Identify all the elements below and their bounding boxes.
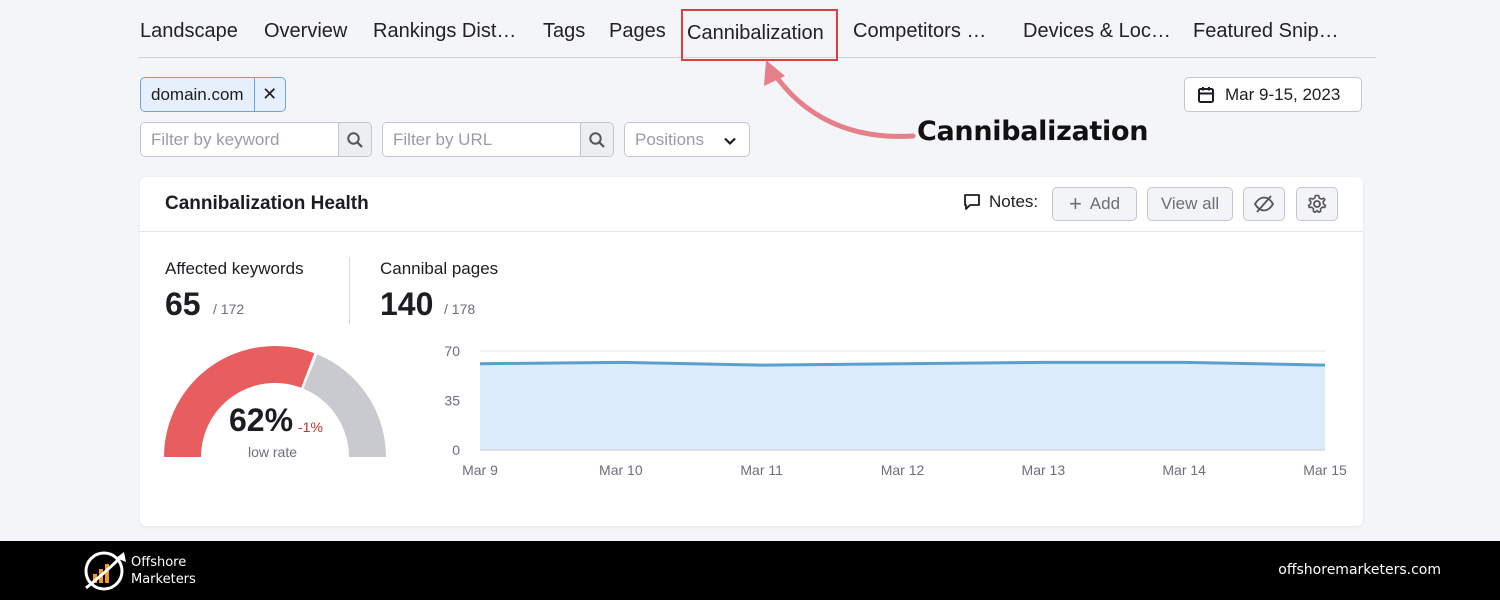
keyword-search-button[interactable] [338,123,371,156]
chevron-down-icon [724,137,736,146]
search-icon [589,131,605,148]
gear-icon [1307,194,1327,214]
add-note-button[interactable]: + Add [1052,187,1137,221]
cannibal-pages-total: / 178 [444,301,476,317]
comment-icon [964,194,980,210]
tab-overview[interactable]: Overview [264,17,347,45]
keyword-filter [140,122,372,157]
domain-chip: domain.com ✕ [140,77,286,112]
eye-off-icon [1253,195,1275,213]
cannibal-pages-chart: 70 35 0Mar 9 Mar 10 Mar 11 Mar 12 Mar 13 Mar 14… [444,343,1347,478]
chart-x-tick-label: Mar 15 [1303,462,1347,478]
cannibalization-health-card: Cannibalization Health Notes: + Add View… [140,177,1363,526]
chart-y-tick-label: 0 [452,442,460,458]
url-filter [382,122,614,157]
cannibal-pages-label: Cannibal pages [380,259,499,278]
settings-button[interactable] [1296,187,1338,221]
chart-y-tick-label: 70 [444,343,460,359]
gauge-percent: 62% [229,402,294,438]
chart-area-fill [480,362,1325,450]
chart-x-tick-label: Mar 9 [462,462,498,478]
close-icon[interactable]: ✕ [255,78,285,111]
positions-label: Positions [635,129,704,149]
gauge-sublabel: low rate [248,444,298,460]
tab-competitors[interactable]: Competitors … [853,17,986,45]
tab-rankings-distribution[interactable]: Rankings Dist… [373,17,516,45]
chart-x-tick-label: Mar 14 [1162,462,1206,478]
annotation-arrow [764,60,916,139]
keyword-filter-input[interactable] [141,123,338,156]
url-filter-input[interactable] [383,123,580,156]
date-range-button[interactable]: Mar 9-15, 2023 [1184,77,1362,112]
view-all-label: View all [1160,194,1220,213]
chart-x-tick-label: Mar 10 [599,462,643,478]
brand-line-2: Marketers [131,572,196,587]
tab-pages[interactable]: Pages [609,17,666,45]
card-title: Cannibalization Health [165,193,369,214]
cannibal-pages-value: 140 [380,286,434,322]
hide-button[interactable] [1243,187,1285,221]
chart-x-tick-label: Mar 12 [881,462,925,478]
url-search-button[interactable] [580,123,613,156]
add-note-label: Add [1089,194,1121,213]
annotation-label: Cannibalization [917,116,1149,147]
notes-label: Notes: [989,192,1039,211]
metrics-divider [349,257,350,324]
affected-keywords-total: / 172 [213,301,245,317]
notes: Notes: [962,192,1038,212]
affected-keywords-label: Affected keywords [165,259,304,278]
footer-url: offshoremarketers.com [1278,562,1441,578]
affected-keywords-value: 65 [165,286,201,322]
date-range-label: Mar 9-15, 2023 [1225,84,1341,104]
tab-landscape[interactable]: Landscape [140,17,238,45]
domain-chip-label: domain.com [141,78,255,111]
gauge-remaining-arc [303,354,386,457]
tab-cannibalization[interactable]: Cannibalization [681,9,838,61]
tab-devices-locations[interactable]: Devices & Loc… [1023,17,1171,45]
gauge-delta: -1% [298,419,323,435]
chart-x-tick-label: Mar 13 [1022,462,1066,478]
calendar-icon [1198,86,1214,103]
report-tabs: Landscape Overview Rankings Dist… Tags P… [138,0,1376,61]
positions-dropdown[interactable]: Positions [624,122,750,157]
search-icon [347,131,363,148]
tab-featured-snippets[interactable]: Featured Snip… [1193,17,1339,45]
chart-x-tick-label: Mar 11 [740,462,783,478]
tab-tags[interactable]: Tags [543,17,585,45]
plus-icon: + [1068,191,1082,216]
chart-y-tick-label: 35 [444,393,460,409]
footer-banner: Offshore Marketers offshoremarketers.com [0,541,1500,600]
brand-name: Offshore Marketers [131,554,196,588]
offshore-marketers-logo [84,551,126,591]
card-header: Cannibalization Health Notes: + Add View… [140,177,1363,232]
view-all-notes-button[interactable]: View all [1147,187,1233,221]
brand-line-1: Offshore [131,555,187,570]
